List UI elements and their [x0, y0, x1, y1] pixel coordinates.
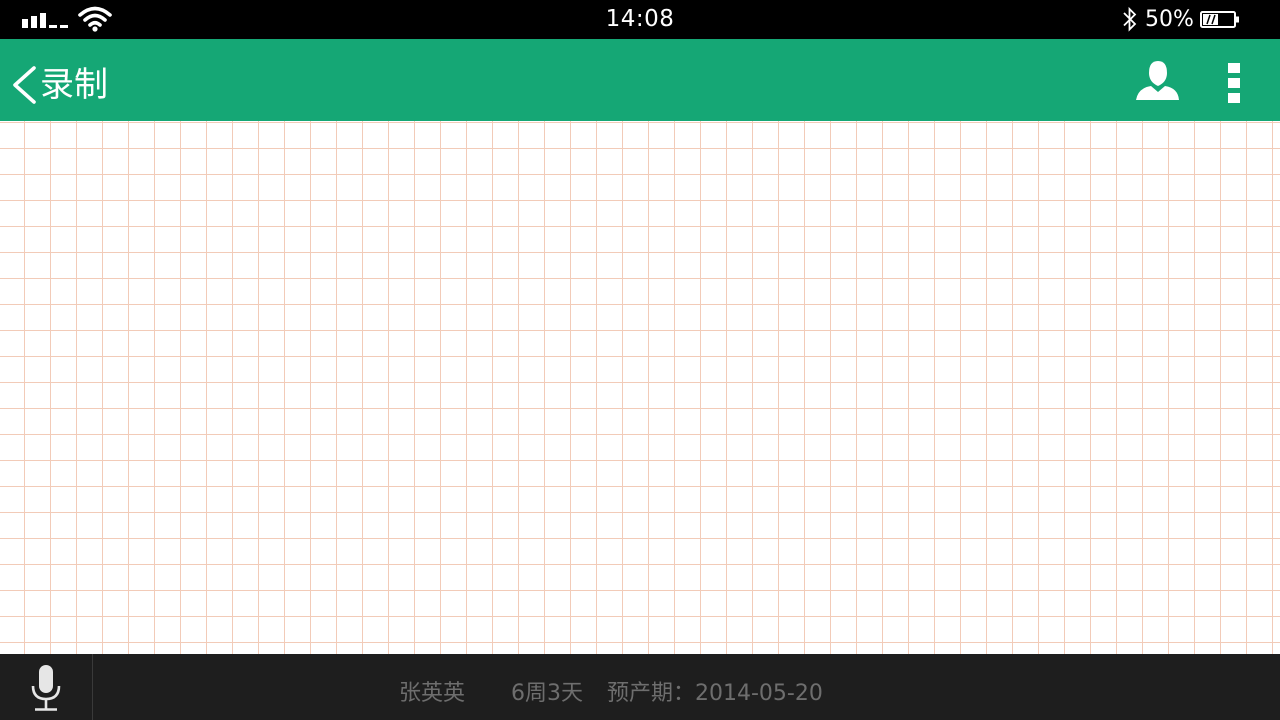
recording-grid-canvas[interactable] — [0, 121, 1280, 654]
status-time: 14:08 — [605, 6, 675, 32]
bluetooth-icon — [1123, 6, 1137, 32]
due-date-value: 2014-05-20 — [695, 681, 823, 706]
app-bar: 录制 — [0, 39, 1280, 121]
person-icon[interactable] — [1133, 57, 1181, 105]
patient-name: 张英英 — [399, 681, 466, 706]
more-vertical-icon[interactable] — [1228, 63, 1240, 73]
status-bar: 14:08 50% — [0, 0, 1280, 39]
back-button[interactable]: 录制 — [10, 65, 108, 105]
page-title: 录制 — [40, 65, 108, 105]
battery-percent: 50% — [1145, 7, 1194, 32]
microphone-button[interactable] — [0, 654, 93, 720]
more-vertical-icon[interactable] — [1228, 78, 1240, 88]
microphone-icon[interactable] — [30, 664, 62, 712]
more-vertical-icon[interactable] — [1228, 93, 1240, 103]
bottom-bar: 张英英 6周3天 预产期： 2014-05-20 — [0, 654, 1280, 720]
due-date-label: 预产期： — [607, 681, 696, 706]
battery-icon — [1200, 11, 1239, 28]
more-options-button[interactable] — [1222, 61, 1248, 105]
chevron-left-icon[interactable] — [10, 65, 38, 105]
gestation-age: 6周3天 — [511, 681, 583, 706]
